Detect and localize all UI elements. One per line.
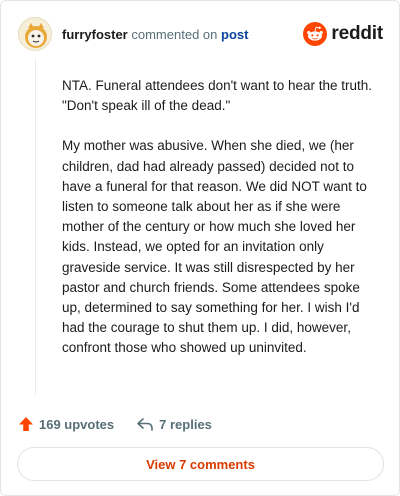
reply-button[interactable]: 7 replies [136, 416, 212, 432]
post-link[interactable]: post [221, 27, 248, 42]
reddit-logo[interactable]: reddit [303, 21, 383, 47]
username-link[interactable]: furryfoster [62, 27, 128, 42]
comment-body: NTA. Funeral attendees don't want to hea… [62, 76, 380, 379]
upvote-button[interactable]: 169 upvotes [18, 416, 114, 432]
reply-arrow-icon [137, 418, 153, 431]
comment-paragraph: NTA. Funeral attendees don't want to hea… [62, 78, 373, 114]
comment-meta: furryfoster commented on post [62, 27, 248, 42]
comment-paragraph: My mother was abusive. When she died, we… [62, 138, 367, 356]
user-avatar-icon[interactable] [18, 17, 52, 51]
comment-card: furryfoster commented on post reddit NTA… [0, 0, 400, 496]
thread-line[interactable] [35, 59, 36, 395]
upvote-count: 169 upvotes [39, 416, 115, 432]
reddit-wordmark: reddit [331, 23, 383, 44]
view-comments-button[interactable]: View 7 comments [17, 447, 384, 481]
reply-count: 7 replies [159, 416, 212, 432]
commented-on-text: commented on [131, 27, 218, 42]
comment-actions: 169 upvotes 7 replies [18, 414, 212, 434]
comment-header: furryfoster commented on post reddit [15, 17, 385, 51]
reddit-logo-icon [303, 22, 328, 46]
upvote-arrow-icon [19, 417, 33, 431]
